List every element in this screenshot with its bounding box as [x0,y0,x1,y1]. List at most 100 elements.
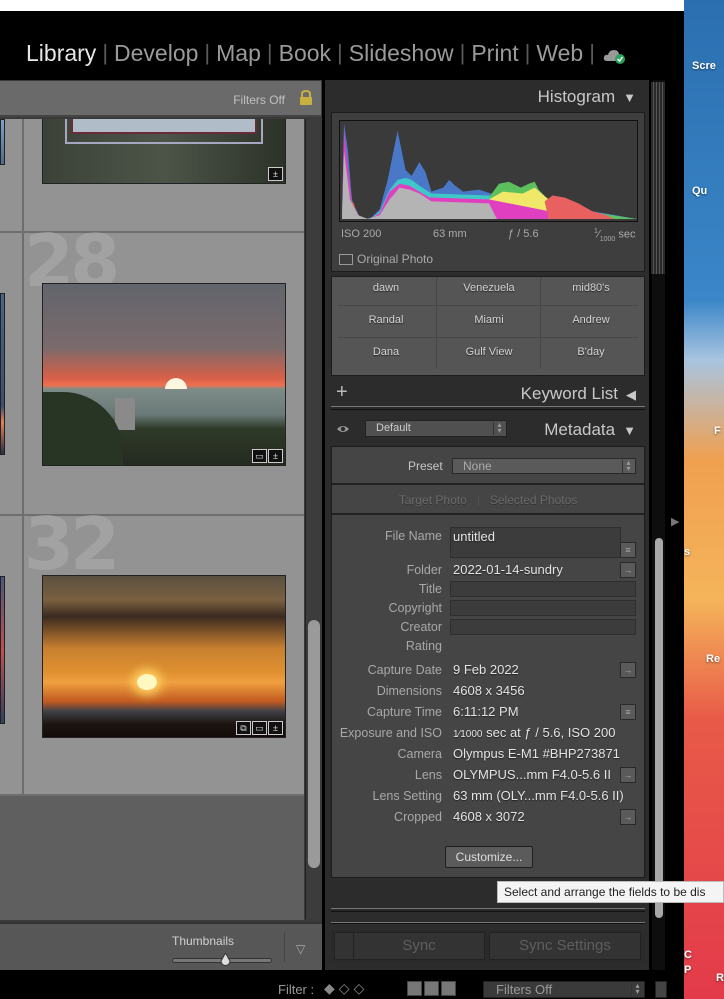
keyword-tag[interactable]: Randal [335,314,437,326]
auto-sync-toggle[interactable] [334,932,354,960]
kw-divider [338,337,638,338]
crop-icon[interactable]: ▭ [252,721,267,735]
metadata-header[interactable]: Metadata ▼ [330,420,646,440]
panel-divider [331,922,645,924]
keyword-tag[interactable]: Dana [335,346,437,358]
keyword-suggestions-grid: dawn Venezuela mid80's Randal Miami Andr… [331,276,645,376]
file-name-value[interactable]: untitled [453,529,495,544]
exposure-label: Exposure and ISO [339,726,442,740]
copyright-field[interactable] [450,600,636,616]
list-menu-icon[interactable]: ≡ [620,704,636,720]
module-web[interactable]: Web [530,40,589,67]
desktop-label[interactable]: P [684,964,691,976]
thumbnail-size-slider-knob[interactable] [220,951,231,966]
rejected-filter-icon[interactable]: ◇ [354,980,365,997]
go-to-date-icon[interactable]: → [620,662,636,678]
keyword-tag[interactable]: B'day [540,346,642,358]
module-slideshow[interactable]: Slideshow [343,40,460,67]
toolbar-divider [284,932,285,962]
customize-button[interactable]: Customize... [445,846,533,868]
flagged-filter-icon[interactable]: ◆ [324,980,335,997]
cloud-sync-ok-icon[interactable] [603,44,627,64]
capture-time-label: Capture Time [366,705,442,719]
video-view-icon[interactable] [441,981,456,996]
sync-button[interactable]: Sync [353,932,485,960]
original-photo-label: Original Photo [357,252,434,266]
grid-thumbnail-partial[interactable] [0,576,5,724]
selected-photos-option[interactable]: Selected Photos [490,493,577,507]
keyword-list-header[interactable]: Keyword List ◀ [330,384,646,404]
grid-thumbnail[interactable]: ▭ ± [42,283,286,466]
grid-thumbnail[interactable]: ⧉ ▭ ± [42,575,286,738]
desktop-label[interactable]: F [714,425,721,437]
desktop-label[interactable]: Qu [692,185,707,197]
unflagged-filter-icon[interactable]: ◇ [339,980,350,997]
target-photo-option[interactable]: Target Photo [399,493,467,507]
grid-toolbar: Thumbnails ▽ [0,922,322,970]
panel-divider [331,406,645,410]
select-stepper-icon: ▴ ▾ [622,459,634,473]
module-separator: | [589,40,595,65]
original-photo-checkbox[interactable] [339,253,353,265]
metadata-preset-row: Preset None ▴ ▾ [332,447,644,485]
histogram-info: ISO 200 63 mm ƒ / 5.6 1⁄1000 sec [341,228,637,243]
collapse-right-panel-icon[interactable]: ▶ [671,515,679,528]
grid-empty-area [0,796,304,920]
grid-thumbnail[interactable]: ± [42,119,286,184]
keyword-tag[interactable]: Gulf View [438,346,540,358]
module-print[interactable]: Print [465,40,524,67]
collapse-triangle-icon[interactable]: ▼ [623,90,636,105]
collapse-triangle-icon[interactable]: ▼ [623,423,636,438]
filmstrip-filter-select[interactable]: Filters Off ▴ ▾ [483,981,645,998]
go-to-folder-icon[interactable]: → [620,562,636,578]
title-field[interactable] [450,581,636,597]
lock-icon[interactable] [299,89,313,106]
toolbar-menu-arrow-icon[interactable]: ▽ [296,942,305,956]
sync-settings-button[interactable]: Sync Settings [489,932,641,960]
camera-label: Camera [397,747,442,761]
module-develop[interactable]: Develop [108,40,204,67]
grid-thumbnail-partial[interactable] [0,293,5,455]
histogram-header[interactable]: Histogram ▼ [330,87,646,107]
grid-filter-bar: Filters Off [0,81,321,117]
grid-thumbnail-partial[interactable] [0,119,5,165]
keyword-tag[interactable]: Andrew [540,314,642,326]
module-map[interactable]: Map [210,40,267,67]
keyword-tag[interactable]: dawn [335,282,437,294]
preset-label: Preset [408,459,443,473]
list-menu-icon[interactable]: ≡ [620,542,636,558]
go-to-lens-icon[interactable]: → [620,767,636,783]
expand-triangle-icon[interactable]: ◀ [626,387,636,402]
original-photo-toggle[interactable]: Original Photo [339,252,433,266]
crop-icon[interactable]: ▭ [252,449,267,463]
filter-preset-select[interactable]: Filters Off [233,93,285,107]
right-panel-scrollbar-thumb[interactable] [655,538,663,918]
keyword-tag[interactable]: Miami [438,314,540,326]
module-book[interactable]: Book [273,40,337,67]
histogram-chart[interactable] [339,120,638,222]
capture-time-value: 6:11:12 PM [453,704,519,719]
aperture-value: ƒ / 5.6 [508,228,539,240]
metadata-preset-select[interactable]: None ▴ ▾ [452,458,636,474]
desktop-label[interactable]: R [716,972,724,984]
desktop-label[interactable]: Scre [692,60,716,72]
creator-field[interactable] [450,619,636,635]
keyword-tag[interactable]: Venezuela [438,282,540,294]
filter-lock-toggle[interactable] [655,981,667,998]
lens-label: Lens [414,768,442,782]
develop-adjusted-icon[interactable]: ± [268,449,283,463]
desktop-label[interactable]: Re [706,653,720,665]
lens-setting-label: Lens Setting [372,789,443,803]
desktop-label[interactable]: C [684,949,692,961]
filmstrip-view-icon[interactable] [407,981,422,996]
grid-scrollbar-thumb[interactable] [308,620,320,868]
virtual-copy-icon[interactable]: ⧉ [236,721,251,735]
desktop-label[interactable]: s [684,546,690,558]
photo-grid: ± 28 ▭ ± 32 ⧉ ▭ ± [0,119,304,796]
go-to-crop-icon[interactable]: → [620,809,636,825]
module-library[interactable]: Library [20,40,102,67]
virtual-copy-view-icon[interactable] [424,981,439,996]
develop-adjusted-icon[interactable]: ± [268,167,283,181]
keyword-tag[interactable]: mid80's [540,282,642,294]
develop-adjusted-icon[interactable]: ± [268,721,283,735]
